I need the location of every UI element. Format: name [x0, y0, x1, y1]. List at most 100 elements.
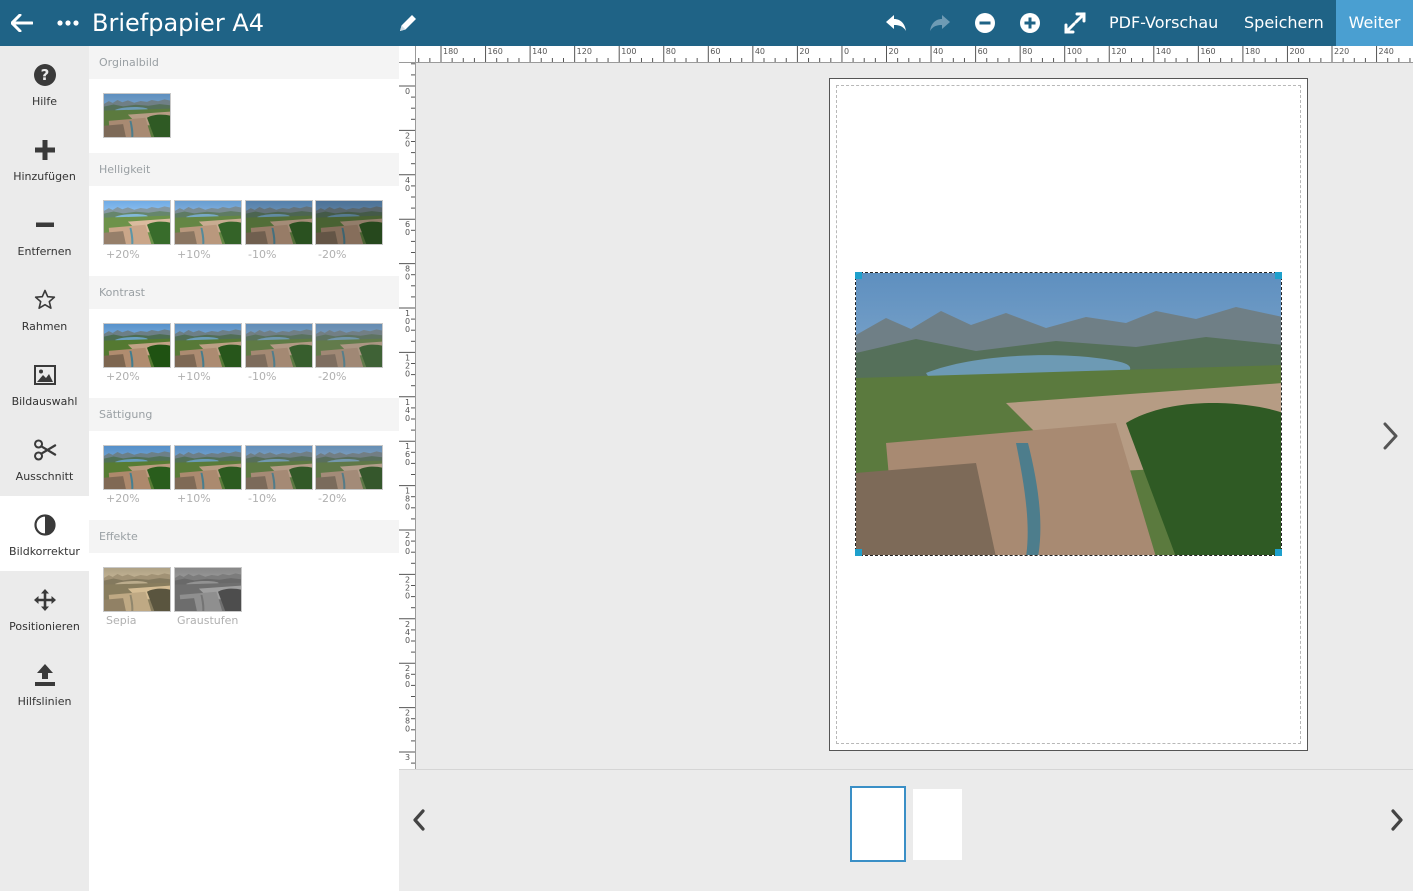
ruler-label: 220: [1334, 47, 1349, 56]
section-contrast-title: Kontrast: [89, 276, 399, 309]
sidebar-item-add[interactable]: Hinzufügen: [0, 121, 89, 196]
page-thumbnail[interactable]: [913, 789, 962, 860]
ruler-label: 200: [1289, 47, 1304, 56]
effect-option-label: Sepia: [106, 614, 137, 627]
sidebar-item-guides[interactable]: Hilfslinien: [0, 646, 89, 721]
ruler-label: 100: [621, 47, 636, 56]
arrow-left-icon: [11, 14, 33, 32]
saturation-option-thumbnail[interactable]: [245, 445, 313, 490]
contrast-option-thumbnail[interactable]: [315, 323, 383, 368]
ruler-label: 80: [666, 47, 676, 56]
next-page-button[interactable]: [1377, 420, 1403, 452]
ruler-label: 0: [405, 636, 410, 645]
resize-handle[interactable]: [855, 272, 862, 279]
ruler-label: 0: [405, 139, 410, 148]
strip-next-button[interactable]: [1387, 806, 1407, 834]
contrast-option-thumbnail[interactable]: [174, 323, 242, 368]
ruler-label: 240: [1379, 47, 1394, 56]
brightness-option-thumbnail[interactable]: [103, 200, 171, 245]
zoom-in-button[interactable]: [1016, 0, 1044, 46]
ruler-label: 0: [405, 591, 410, 600]
vertical-ruler-scale: 0204060801001201401601802002202402602803: [399, 63, 415, 764]
sidebar-item-position[interactable]: Positionieren: [0, 571, 89, 646]
original-thumbnail[interactable]: [103, 93, 171, 138]
save-button[interactable]: Speichern: [1244, 0, 1324, 46]
ruler-label: 3: [405, 753, 410, 762]
top-bar: Briefpapier A4 PDF-Vorschau Speichern We…: [0, 0, 1413, 46]
ruler-label: 100: [1067, 47, 1082, 56]
contrast-option-label: +10%: [177, 370, 211, 383]
ruler-label: 0: [405, 273, 410, 282]
undo-button[interactable]: [882, 0, 910, 46]
section-effects-title: Effekte: [89, 520, 399, 553]
ruler-label: 0: [405, 547, 410, 556]
sidebar-item-label: Bildkorrektur: [9, 545, 80, 558]
ruler-label: 0: [405, 725, 410, 734]
resize-handle[interactable]: [1275, 549, 1282, 556]
saturation-option-label: +10%: [177, 492, 211, 505]
ruler-label: 20: [799, 47, 809, 56]
ruler-label: 80: [1022, 47, 1032, 56]
sidebar-item-frame[interactable]: Rahmen: [0, 271, 89, 346]
ruler-label: 140: [1156, 47, 1171, 56]
svg-text:?: ?: [40, 66, 49, 84]
rename-button[interactable]: [394, 0, 422, 46]
chevron-right-icon: [1383, 422, 1398, 450]
back-button[interactable]: [6, 0, 38, 46]
brightness-option-thumbnail[interactable]: [174, 200, 242, 245]
brightness-option-thumbnail[interactable]: [245, 200, 313, 245]
resize-handle[interactable]: [855, 549, 862, 556]
saturation-option-thumbnail[interactable]: [174, 445, 242, 490]
fullscreen-button[interactable]: [1061, 0, 1089, 46]
page-thumbnail-active[interactable]: [850, 786, 906, 862]
zoom-out-button[interactable]: [971, 0, 999, 46]
section-original-title: Orginalbild: [89, 46, 399, 79]
redo-icon: [930, 15, 950, 31]
ruler-label: 0: [405, 458, 410, 467]
sidebar-item-label: Rahmen: [21, 320, 68, 333]
sidebar-item-help[interactable]: ? Hilfe: [0, 46, 89, 121]
pdf-preview-button[interactable]: PDF-Vorschau: [1109, 0, 1218, 46]
ruler-label: 0: [405, 87, 410, 96]
saturation-option-thumbnail[interactable]: [315, 445, 383, 490]
pencil-icon: [400, 15, 416, 31]
contrast-option-thumbnail[interactable]: [103, 323, 171, 368]
more-icon: [57, 20, 79, 26]
sidebar-item-image-selection[interactable]: Bildauswahl: [0, 346, 89, 421]
effect-option-thumbnail[interactable]: [103, 567, 171, 612]
more-button[interactable]: [54, 0, 82, 46]
saturation-option-thumbnail[interactable]: [103, 445, 171, 490]
minus-icon: [35, 222, 54, 227]
ruler-corner: [399, 46, 416, 63]
next-button[interactable]: Weiter: [1336, 0, 1413, 46]
resize-handle[interactable]: [1275, 272, 1282, 279]
ruler-label: 0: [405, 680, 410, 689]
section-brightness-title: Helligkeit: [89, 153, 399, 186]
ruler-label: 180: [1245, 47, 1260, 56]
sidebar-item-image-correction[interactable]: Bildkorrektur: [0, 496, 89, 571]
sidebar-item-label: Bildauswahl: [11, 395, 78, 408]
ruler-label: 40: [933, 47, 943, 56]
contrast-option-thumbnail[interactable]: [245, 323, 313, 368]
brightness-option-thumbnail[interactable]: [315, 200, 383, 245]
sidebar-item-label: Positionieren: [9, 620, 80, 633]
zoom-out-icon: [975, 13, 995, 33]
brightness-option-label: +20%: [106, 248, 140, 261]
help-icon: ?: [33, 64, 56, 86]
redo-button[interactable]: [926, 0, 954, 46]
placed-photo[interactable]: [855, 272, 1282, 556]
sidebar-item-crop[interactable]: Ausschnitt: [0, 421, 89, 496]
effect-option-label: Graustufen: [177, 614, 239, 627]
sidebar-item-remove[interactable]: Entfernen: [0, 196, 89, 271]
strip-prev-button[interactable]: [409, 806, 429, 834]
chevron-left-icon: [413, 809, 425, 831]
ruler-label: 0: [405, 325, 410, 334]
effect-option-thumbnail[interactable]: [174, 567, 242, 612]
move-icon: [33, 589, 56, 611]
image-icon: [33, 365, 56, 385]
brightness-option-label: +10%: [177, 248, 211, 261]
vertical-ruler: 0204060801001201401601802002202402602803: [399, 63, 416, 769]
sidebar-item-label: Hilfslinien: [17, 695, 72, 708]
ruler-label: 0: [844, 47, 849, 56]
ruler-label: 40: [755, 47, 765, 56]
